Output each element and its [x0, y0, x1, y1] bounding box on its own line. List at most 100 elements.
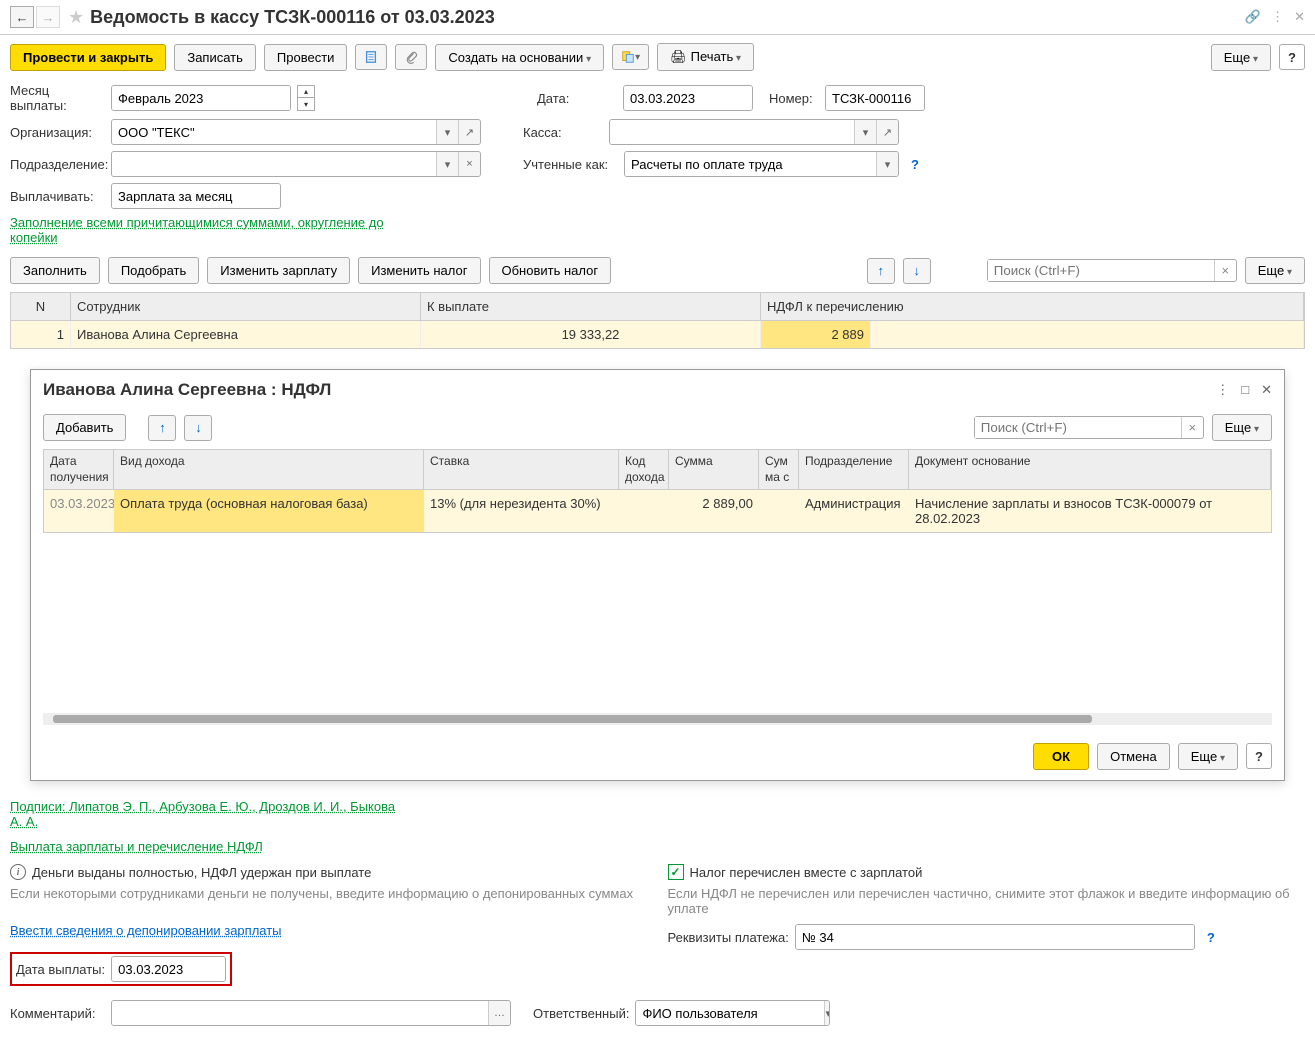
clear-icon[interactable]: ×	[458, 152, 480, 176]
link-icon[interactable]: 🔗	[1245, 9, 1261, 25]
accounted-input[interactable]	[625, 152, 876, 176]
comment-label: Комментарий:	[10, 1006, 105, 1021]
dept-input[interactable]	[112, 152, 436, 176]
cash-label: Касса:	[523, 125, 603, 140]
horizontal-scrollbar[interactable]	[43, 713, 1272, 725]
move-up-button[interactable]: ↑	[867, 258, 895, 284]
pay-date-label: Дата выплаты:	[16, 962, 105, 977]
responsible-input[interactable]	[636, 1001, 824, 1025]
popup-cancel-button[interactable]: Отмена	[1097, 743, 1170, 770]
col-sum: Сумма	[669, 450, 759, 489]
change-salary-button[interactable]: Изменить зарплату	[207, 257, 350, 284]
dropdown-icon[interactable]: ▾	[876, 152, 898, 176]
popup-help-button[interactable]: ?	[1246, 743, 1272, 769]
deposit-link[interactable]: Ввести сведения о депонировании зарплаты	[10, 923, 282, 938]
search-input[interactable]	[988, 260, 1214, 281]
pay-date-input[interactable]	[112, 957, 226, 981]
pay-input[interactable]	[112, 184, 281, 208]
dept-label: Подразделение:	[10, 157, 105, 172]
ndfl-popup: Иванова Алина Сергеевна : НДФЛ ⋮ □ ✕ Доб…	[30, 369, 1285, 781]
popup-maximize-icon[interactable]: □	[1241, 382, 1249, 398]
popup-move-down[interactable]: ↓	[184, 415, 212, 441]
employee-table: N Сотрудник К выплате НДФЛ к перечислени…	[10, 292, 1305, 349]
help-button[interactable]: ?	[1279, 44, 1305, 70]
popup-close-icon[interactable]: ✕	[1261, 382, 1272, 398]
ndfl-table: Дата получения Вид дохода Ставка Код дох…	[43, 449, 1272, 533]
number-label: Номер:	[769, 91, 819, 106]
popup-ok-button[interactable]: ОК	[1033, 743, 1089, 770]
month-stepper[interactable]: ▴▾	[297, 85, 315, 111]
col-sum-s: Сум ма с	[759, 450, 799, 489]
cash-input[interactable]	[610, 120, 854, 144]
dropdown-icon[interactable]: ▾	[436, 152, 458, 176]
favorite-star-icon[interactable]: ★	[68, 7, 84, 28]
post-close-button[interactable]: Провести и закрыть	[10, 44, 166, 71]
open-icon[interactable]: ↗	[876, 120, 898, 144]
clear-search-icon[interactable]: ×	[1214, 260, 1236, 281]
month-input[interactable]	[112, 86, 291, 110]
ndfl-table-row[interactable]: 03.03.2023 Оплата труда (основная налого…	[44, 490, 1271, 532]
popup-search-box[interactable]: ×	[974, 416, 1204, 439]
print-button[interactable]: Печать	[657, 43, 754, 71]
info-text: Деньги выданы полностью, НДФЛ удержан пр…	[32, 865, 371, 880]
popup-move-up[interactable]: ↑	[148, 415, 176, 441]
more-button[interactable]: Еще	[1211, 44, 1271, 71]
requisites-input[interactable]	[796, 925, 1194, 949]
col-pay: К выплате	[421, 293, 761, 320]
save-button[interactable]: Записать	[174, 44, 256, 71]
signatures-link[interactable]: Подписи: Липатов Э. П., Арбузова Е. Ю., …	[10, 799, 395, 829]
fill-settings-link[interactable]: Заполнение всеми причитающимися суммами,…	[10, 215, 384, 245]
fill-button[interactable]: Заполнить	[10, 257, 100, 284]
col-employee: Сотрудник	[71, 293, 421, 320]
open-icon[interactable]: ↗	[458, 120, 480, 144]
dropdown-icon[interactable]: ▾	[824, 1001, 830, 1025]
tax-transferred-checkbox[interactable]: ✓	[668, 864, 684, 880]
checkbox-label: Налог перечислен вместе с зарплатой	[690, 865, 923, 880]
hint-right: Если НДФЛ не перечислен или перечислен ч…	[668, 886, 1306, 916]
window-title: Ведомость в кассу ТСЗК-000116 от 03.03.2…	[90, 7, 1245, 28]
popup-more-button[interactable]: Еще	[1212, 414, 1272, 441]
update-tax-button[interactable]: Обновить налог	[489, 257, 612, 284]
month-label: Месяц выплаты:	[10, 83, 105, 113]
payout-ndfl-link[interactable]: Выплата зарплаты и перечисление НДФЛ	[10, 839, 263, 854]
search-box[interactable]: ×	[987, 259, 1237, 282]
popup-more-icon[interactable]: ⋮	[1216, 382, 1229, 398]
more-vertical-icon[interactable]: ⋮	[1271, 9, 1284, 25]
help-icon[interactable]: ?	[911, 157, 919, 172]
create-based-button[interactable]: Создать на основании	[435, 44, 604, 71]
date-input[interactable]	[624, 86, 753, 110]
org-input[interactable]	[112, 120, 436, 144]
responsible-label: Ответственный:	[533, 1006, 629, 1021]
help-icon[interactable]: ?	[1207, 930, 1215, 945]
pick-button[interactable]: Подобрать	[108, 257, 199, 284]
hint-left: Если некоторыми сотрудниками деньги не п…	[10, 886, 648, 901]
dropdown-icon[interactable]: ▾	[854, 120, 876, 144]
col-kind: Вид дохода	[114, 450, 424, 489]
comment-input[interactable]	[112, 1001, 488, 1025]
info-icon: i	[10, 864, 26, 880]
post-button[interactable]: Провести	[264, 44, 348, 71]
expand-icon[interactable]: …	[488, 1001, 510, 1025]
popup-clear-search-icon[interactable]: ×	[1181, 417, 1203, 438]
col-rate: Ставка	[424, 450, 619, 489]
popup-add-button[interactable]: Добавить	[43, 414, 126, 441]
col-ndfl: НДФЛ к перечислению	[761, 293, 1304, 320]
table-row[interactable]: 1 Иванова Алина Сергеевна 19 333,22 2 88…	[11, 321, 1304, 348]
copy-lines-button[interactable]	[612, 44, 649, 70]
requisites-label: Реквизиты платежа:	[668, 930, 789, 945]
dropdown-icon[interactable]: ▾	[436, 120, 458, 144]
date-label: Дата:	[537, 91, 617, 106]
close-icon[interactable]: ✕	[1294, 9, 1305, 25]
nav-back-button[interactable]: ←	[10, 6, 34, 28]
number-input[interactable]	[826, 86, 925, 110]
report-button[interactable]	[355, 44, 387, 70]
table-more-button[interactable]: Еще	[1245, 257, 1305, 284]
popup-footer-more[interactable]: Еще	[1178, 743, 1238, 770]
popup-search-input[interactable]	[975, 417, 1181, 438]
col-dept: Подразделение	[799, 450, 909, 489]
change-tax-button[interactable]: Изменить налог	[358, 257, 480, 284]
attach-button[interactable]	[395, 44, 427, 70]
nav-forward-button[interactable]: →	[36, 6, 60, 28]
pay-label: Выплачивать:	[10, 189, 105, 204]
move-down-button[interactable]: ↓	[903, 258, 931, 284]
